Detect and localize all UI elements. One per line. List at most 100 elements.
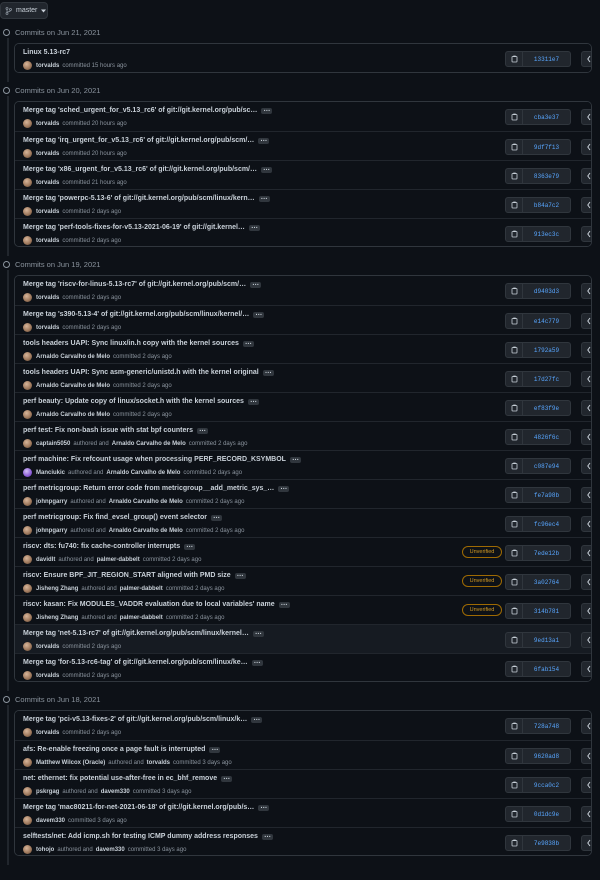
avatar[interactable] xyxy=(23,671,32,680)
commit-title[interactable]: perf machine: Fix refcount usage when pr… xyxy=(23,456,286,463)
copy-sha-button[interactable] xyxy=(505,139,523,155)
commit-title-link[interactable]: riscv: dts: fu740: fix cache-controller … xyxy=(23,542,196,550)
copy-sha-button[interactable] xyxy=(505,197,523,213)
commit-title-link[interactable]: perf beauty: Update copy of linux/socket… xyxy=(23,397,259,405)
commit-title-link[interactable]: net: ethernet: fix potential use-after-f… xyxy=(23,774,233,782)
avatar[interactable] xyxy=(23,207,32,216)
commit-author[interactable]: tohojo xyxy=(36,847,54,853)
commit-sha-link[interactable]: 17d27fc xyxy=(523,371,571,387)
browse-repository-button[interactable] xyxy=(581,342,591,358)
avatar[interactable] xyxy=(23,352,32,361)
commit-author[interactable]: Arnaldo Carvalho de Melo xyxy=(36,412,110,418)
browse-repository-button[interactable] xyxy=(581,429,591,445)
avatar[interactable] xyxy=(23,61,32,70)
expand-message-button[interactable]: … xyxy=(209,745,221,753)
commit-title[interactable]: selftests/net: Add icmp.sh for testing I… xyxy=(23,833,258,840)
commit-author[interactable]: Jisheng Zhang xyxy=(36,615,78,621)
avatar[interactable] xyxy=(23,293,32,302)
copy-sha-button[interactable] xyxy=(505,342,523,358)
commit-sha-link[interactable]: 9df7f13 xyxy=(523,139,571,155)
commit-title-link[interactable]: Merge tag 'riscv-for-linus-5.13-rc7' of … xyxy=(23,280,262,288)
commit-author[interactable]: torvalds xyxy=(36,644,59,650)
commit-title[interactable]: Merge tag 'riscv-for-linus-5.13-rc7' of … xyxy=(23,281,246,288)
commit-title[interactable]: Merge tag 'perf-tools-fixes-for-v5.13-20… xyxy=(23,224,245,231)
commit-author[interactable]: Matthew Wilcox (Oracle) xyxy=(36,760,105,766)
copy-sha-button[interactable] xyxy=(505,545,523,561)
commit-sha-link[interactable]: d9403d3 xyxy=(523,283,571,299)
expand-message-button[interactable]: … xyxy=(278,484,290,492)
commit-title-link[interactable]: Merge tag 'irq_urgent_for_v5.13_rc6' of … xyxy=(23,136,270,144)
commit-sha-link[interactable]: 3a02764 xyxy=(523,574,571,590)
browse-repository-button[interactable] xyxy=(581,718,591,734)
expand-message-button[interactable]: … xyxy=(242,339,254,347)
commit-title-link[interactable]: tools headers UAPI: Sync linux/in.h copy… xyxy=(23,339,254,347)
commit-author[interactable]: johnpgarry xyxy=(36,499,67,505)
commit-title[interactable]: perf test: Fix non-bash issue with stat … xyxy=(23,427,193,434)
expand-message-button[interactable]: … xyxy=(262,368,274,376)
avatar[interactable] xyxy=(23,642,32,651)
avatar[interactable] xyxy=(23,584,32,593)
commit-sha-link[interactable]: 13311e7 xyxy=(523,51,571,67)
avatar[interactable] xyxy=(23,758,32,767)
commit-sha-link[interactable]: cba3e37 xyxy=(523,109,571,125)
browse-repository-button[interactable] xyxy=(581,748,591,764)
commit-title[interactable]: tools headers UAPI: Sync linux/in.h copy… xyxy=(23,340,239,347)
expand-message-button[interactable]: … xyxy=(252,629,264,637)
avatar[interactable] xyxy=(23,178,32,187)
commit-title[interactable]: perf metricgroup: Return error code from… xyxy=(23,485,274,492)
commit-author[interactable]: torvalds xyxy=(36,180,59,186)
commit-title[interactable]: net: ethernet: fix potential use-after-f… xyxy=(23,775,217,782)
browse-repository-button[interactable] xyxy=(581,835,591,851)
browse-repository-button[interactable] xyxy=(581,545,591,561)
copy-sha-button[interactable] xyxy=(505,516,523,532)
commit-title-link[interactable]: riscv: kasan: Fix MODULES_VADDR evaluati… xyxy=(23,600,290,608)
avatar[interactable] xyxy=(23,555,32,564)
avatar[interactable] xyxy=(23,323,32,332)
commit-title[interactable]: perf beauty: Update copy of linux/socket… xyxy=(23,398,244,405)
expand-message-button[interactable]: … xyxy=(184,542,196,550)
commit-sha-link[interactable]: 314b781 xyxy=(523,603,571,619)
expand-message-button[interactable]: … xyxy=(250,280,262,288)
browse-repository-button[interactable] xyxy=(581,661,591,677)
commit-committer[interactable]: palmer-dabbelt xyxy=(120,615,163,621)
commit-title-link[interactable]: Linux 5.13-rc7 xyxy=(23,49,70,56)
commit-sha-link[interactable]: 0d1dc9e xyxy=(523,806,571,822)
commit-author[interactable]: johnpgarry xyxy=(36,528,67,534)
commit-title-link[interactable]: perf test: Fix non-bash issue with stat … xyxy=(23,426,208,434)
browse-repository-button[interactable] xyxy=(581,632,591,648)
commit-title[interactable]: Merge tag 'net-5.13-rc7' of git://git.ke… xyxy=(23,630,249,637)
commit-title-link[interactable]: Merge tag 'powerpc-5.13-6' of git://git.… xyxy=(23,194,270,202)
commit-title[interactable]: Merge tag 'for-5.13-rc6-tag' of git://gi… xyxy=(23,659,248,666)
copy-sha-button[interactable] xyxy=(505,168,523,184)
commit-title-link[interactable]: Merge tag 'sched_urgent_for_v5.13_rc6' o… xyxy=(23,106,273,114)
commit-committer[interactable]: Arnaldo Carvalho de Melo xyxy=(112,441,186,447)
commit-title[interactable]: riscv: dts: fu740: fix cache-controller … xyxy=(23,543,180,550)
copy-sha-button[interactable] xyxy=(505,51,523,67)
commit-author[interactable]: Manciukic xyxy=(36,470,65,476)
browse-repository-button[interactable] xyxy=(581,806,591,822)
commit-committer[interactable]: palmer-dabbelt xyxy=(97,557,140,563)
copy-sha-button[interactable] xyxy=(505,429,523,445)
commit-committer[interactable]: Arnaldo Carvalho de Melo xyxy=(106,470,180,476)
browse-repository-button[interactable] xyxy=(581,226,591,242)
commit-sha-link[interactable]: e14c779 xyxy=(523,313,571,329)
commit-author[interactable]: torvalds xyxy=(36,730,59,736)
commit-title[interactable]: perf metricgroup: Fix find_evsel_group()… xyxy=(23,514,207,521)
commit-author[interactable]: Arnaldo Carvalho de Melo xyxy=(36,354,110,360)
commit-title[interactable]: Merge tag 'pci-v5.13-fixes-2' of git://g… xyxy=(23,716,247,723)
expand-message-button[interactable]: … xyxy=(253,310,265,318)
commit-author[interactable]: torvalds xyxy=(36,238,59,244)
commit-sha-link[interactable]: 1792a59 xyxy=(523,342,571,358)
commit-title[interactable]: Merge tag 'mac80211-for-net-2021-06-18' … xyxy=(23,804,254,811)
commit-author[interactable]: davidlt xyxy=(36,557,55,563)
commit-title[interactable]: Merge tag 'irq_urgent_for_v5.13_rc6' of … xyxy=(23,137,254,144)
commit-author[interactable]: Jisheng Zhang xyxy=(36,586,78,592)
commit-sha-link[interactable]: 6fab154 xyxy=(523,661,571,677)
copy-sha-button[interactable] xyxy=(505,109,523,125)
expand-message-button[interactable]: … xyxy=(221,774,233,782)
avatar[interactable] xyxy=(23,381,32,390)
commit-sha-link[interactable]: 7e9838b xyxy=(523,835,571,851)
avatar[interactable] xyxy=(23,613,32,622)
commit-title-link[interactable]: Merge tag 'pci-v5.13-fixes-2' of git://g… xyxy=(23,715,263,723)
commit-title-link[interactable]: afs: Re-enable freezing once a page faul… xyxy=(23,745,221,753)
